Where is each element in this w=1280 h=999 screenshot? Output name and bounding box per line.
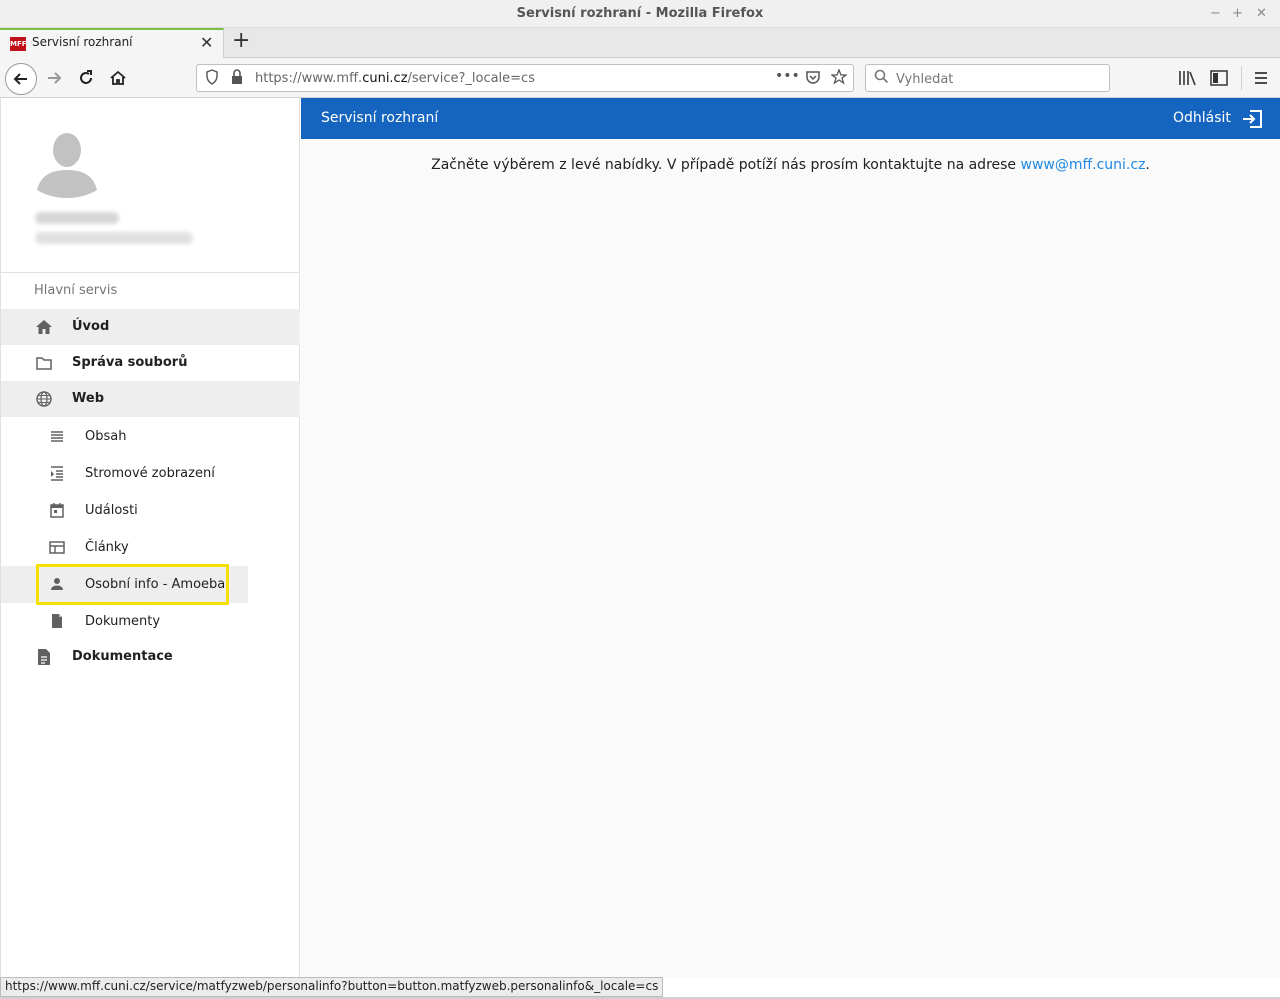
back-button[interactable] bbox=[5, 63, 37, 95]
sidebar-toggle-icon[interactable] bbox=[1210, 70, 1228, 86]
sidebar-subitem-label: Stromové zobrazení bbox=[85, 466, 215, 481]
user-profile bbox=[1, 98, 300, 273]
home-icon bbox=[110, 70, 126, 85]
minimize-button[interactable]: − bbox=[1210, 6, 1221, 21]
globe-icon bbox=[36, 391, 52, 407]
lock-icon[interactable] bbox=[231, 69, 243, 85]
welcome-message: Začněte výběrem z levé nabídky. V případ… bbox=[431, 157, 1150, 173]
contact-email-link[interactable]: www@mff.cuni.cz bbox=[1021, 157, 1146, 173]
sidebar-item-label: Správa souborů bbox=[72, 355, 188, 370]
sidebar-subitem-dokumenty[interactable]: Dokumenty bbox=[1, 603, 300, 640]
user-email-redacted bbox=[35, 232, 193, 244]
navigation-bar: https://www.mff.cuni.cz/service?_locale=… bbox=[0, 58, 1280, 98]
tab-title: Servisní rozhraní bbox=[32, 35, 133, 49]
forward-arrow-icon bbox=[48, 72, 62, 84]
window-titlebar: Servisní rozhraní - Mozilla Firefox − + … bbox=[0, 0, 1280, 28]
sidebar-subitem-clanky[interactable]: Články bbox=[1, 529, 300, 566]
pocket-icon[interactable] bbox=[805, 69, 821, 85]
sidebar-subitem-obsah[interactable]: Obsah bbox=[1, 418, 300, 455]
tree-view-icon bbox=[51, 466, 63, 481]
page-actions-icon[interactable]: ••• bbox=[775, 68, 800, 84]
library-icon[interactable] bbox=[1178, 70, 1196, 86]
mff-favicon-icon: MFF bbox=[10, 37, 27, 51]
sidebar-item-label: Web bbox=[72, 391, 104, 406]
url-text[interactable]: https://www.mff.cuni.cz/service?_locale=… bbox=[255, 71, 535, 86]
section-label-main-service: Hlavní servis bbox=[34, 283, 118, 298]
logout-button[interactable]: Odhlásit bbox=[1173, 110, 1231, 126]
description-icon bbox=[38, 649, 50, 665]
avatar bbox=[37, 133, 97, 198]
search-icon bbox=[874, 69, 889, 84]
main-content: Začněte výběrem z levé nabídky. V případ… bbox=[301, 139, 1280, 977]
calendar-icon bbox=[50, 503, 64, 518]
tab-close-icon[interactable]: ✕ bbox=[200, 33, 213, 52]
sidebar-item-uvod[interactable]: Úvod bbox=[1, 309, 300, 345]
back-arrow-icon bbox=[13, 73, 27, 85]
url-bar[interactable]: https://www.mff.cuni.cz/service?_locale=… bbox=[196, 64, 854, 92]
bookmark-star-icon[interactable] bbox=[831, 69, 847, 85]
sidebar-subitem-udalosti[interactable]: Události bbox=[1, 492, 300, 529]
home-button[interactable] bbox=[104, 64, 132, 92]
highlight-box bbox=[36, 564, 229, 605]
user-name-redacted bbox=[35, 212, 119, 224]
logout-icon[interactable] bbox=[1241, 108, 1263, 130]
toolbar-divider bbox=[1241, 66, 1242, 90]
sidebar-subitem-label: Obsah bbox=[85, 429, 127, 444]
sidebar-subitem-label: Články bbox=[85, 540, 129, 555]
search-bar[interactable] bbox=[865, 64, 1110, 92]
sidebar-subitem-label: Dokumenty bbox=[85, 614, 161, 629]
sidebar-item-dokumentace[interactable]: Dokumentace bbox=[1, 639, 300, 675]
folder-icon bbox=[36, 357, 52, 370]
hamburger-menu-icon[interactable] bbox=[1253, 70, 1269, 86]
sidebar-subitem-label: Události bbox=[85, 503, 138, 518]
search-input[interactable] bbox=[894, 69, 1098, 89]
app-header: Servisní rozhraní Odhlásit bbox=[301, 98, 1280, 139]
shield-icon[interactable] bbox=[205, 69, 219, 85]
article-icon bbox=[49, 541, 65, 554]
list-icon bbox=[51, 431, 63, 442]
new-tab-button[interactable]: + bbox=[232, 28, 250, 53]
sidebar-item-label: Dokumentace bbox=[72, 649, 173, 664]
reload-icon bbox=[80, 70, 92, 84]
sidebar-subitem-stromove-zobrazeni[interactable]: Stromové zobrazení bbox=[1, 455, 300, 492]
forward-button[interactable] bbox=[40, 64, 68, 92]
window-title: Servisní rozhraní - Mozilla Firefox bbox=[516, 6, 764, 21]
reload-button[interactable] bbox=[72, 64, 100, 92]
browser-tab[interactable]: MFF Servisní rozhraní ✕ bbox=[0, 28, 224, 58]
maximize-button[interactable]: + bbox=[1232, 6, 1243, 21]
sidebar-item-sprava-souboru[interactable]: Správa souborů bbox=[1, 345, 300, 381]
tab-strip: MFF Servisní rozhraní ✕ + bbox=[0, 28, 1280, 58]
sidebar-item-web[interactable]: Web bbox=[1, 381, 300, 417]
sidebar: Hlavní servis Úvod Správa souborů Web Ob… bbox=[0, 98, 300, 977]
home-icon bbox=[36, 320, 52, 334]
link-status-bar: https://www.mff.cuni.cz/service/matfyzwe… bbox=[0, 977, 664, 997]
sidebar-item-label: Úvod bbox=[72, 319, 110, 334]
document-icon bbox=[52, 614, 62, 628]
close-window-button[interactable]: ✕ bbox=[1256, 6, 1267, 21]
app-title: Servisní rozhraní bbox=[321, 110, 439, 126]
